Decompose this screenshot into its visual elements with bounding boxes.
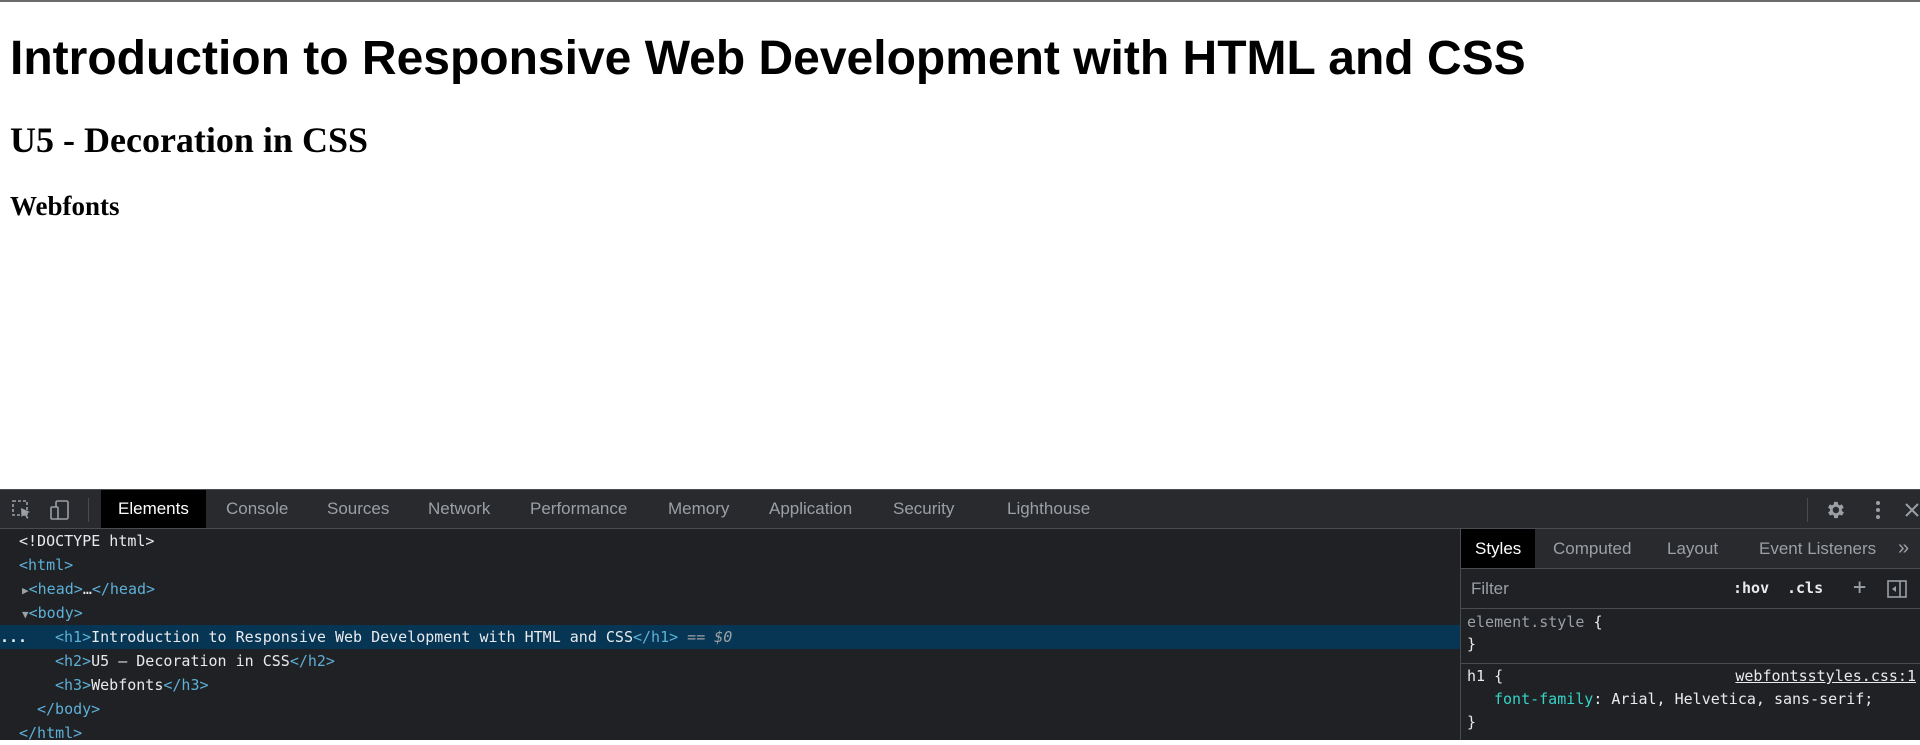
h1-rule-open-brace: {: [1494, 667, 1504, 685]
tab-event-listeners[interactable]: Event Listeners: [1745, 529, 1890, 568]
h1-rule-selector-line[interactable]: h1 {: [1467, 665, 1503, 687]
close-icon[interactable]: [1900, 498, 1920, 522]
h1-style-rule: h1 { webfontsstyles.css:1 font-family: A…: [1461, 665, 1920, 740]
element-style-selector-line[interactable]: element.style {: [1467, 611, 1602, 633]
styles-filter-row: :hov .cls +: [1461, 569, 1920, 609]
toggle-sidebar-icon[interactable]: [1885, 577, 1909, 601]
new-style-rule-icon[interactable]: +: [1853, 575, 1866, 600]
styles-tab-bar: Styles Computed Layout Event Listeners »: [1461, 529, 1920, 569]
head-open-tag: <head>: [28, 580, 83, 598]
tab-elements[interactable]: Elements: [101, 490, 206, 528]
toolbar-divider-right: [1807, 498, 1808, 522]
dom-node-html[interactable]: <html>: [19, 553, 73, 577]
page-heading-h3: Webfonts: [10, 191, 120, 221]
tab-console[interactable]: Console: [209, 490, 305, 528]
tab-performance[interactable]: Performance: [513, 490, 644, 528]
head-ellipsis: …: [82, 580, 92, 598]
h1-node-text: Introduction to Responsive Web Developme…: [91, 628, 633, 646]
more-vertical-icon[interactable]: [1866, 498, 1890, 522]
body-close-tag: </body>: [37, 700, 101, 718]
doctype-text: <!DOCTYPE html>: [19, 532, 155, 550]
rule-separator: [1461, 663, 1920, 664]
page-viewport: Introduction to Responsive Web Developme…: [0, 2, 1920, 489]
element-style-close-line: }: [1467, 633, 1476, 655]
styles-sidebar: Styles Computed Layout Event Listeners »…: [1461, 529, 1920, 740]
dom-node-h2[interactable]: <h2>U5 – Decoration in CSS</h2>: [55, 649, 335, 673]
dom-node-html-close[interactable]: </html>: [19, 721, 82, 745]
dom-tree-panel: <!DOCTYPE html> <html> ▶<head>…</head> ▼…: [0, 529, 1460, 742]
element-style-selector: element.style: [1467, 613, 1585, 631]
tab-memory[interactable]: Memory: [651, 490, 746, 528]
dom-node-h1-selected[interactable]: ... <h1>Introduction to Responsive Web D…: [0, 625, 1460, 649]
devtools-panel: Elements Console Sources Network Perform…: [0, 489, 1920, 742]
tab-computed[interactable]: Computed: [1539, 529, 1645, 568]
expand-arrow-icon[interactable]: ▶: [22, 584, 29, 597]
collapse-arrow-icon[interactable]: ▼: [22, 608, 29, 621]
h3-close-tag: </h3>: [163, 676, 209, 694]
tab-styles[interactable]: Styles: [1461, 529, 1536, 568]
tab-network[interactable]: Network: [411, 490, 507, 528]
tab-sources[interactable]: Sources: [310, 490, 406, 528]
property-name: font-family: [1494, 690, 1594, 708]
dom-node-body-close[interactable]: </body>: [37, 697, 100, 721]
device-toolbar-icon[interactable]: [48, 498, 72, 522]
h1-rule-close-line: }: [1467, 711, 1476, 733]
html-close-tag: </html>: [19, 724, 83, 742]
inspect-element-icon[interactable]: [10, 498, 34, 522]
h2-node-text: U5 – Decoration in CSS: [91, 652, 290, 670]
toolbar-divider: [88, 498, 89, 522]
body-open-tag: <body>: [28, 604, 83, 622]
tab-layout[interactable]: Layout: [1653, 529, 1732, 568]
h1-rule-selector: h1: [1467, 667, 1486, 685]
h1-close-tag: </h1>: [632, 628, 679, 646]
gear-icon[interactable]: [1823, 498, 1847, 522]
class-toggle[interactable]: .cls: [1787, 579, 1823, 597]
font-family-declaration[interactable]: font-family: Arial, Helvetica, sans-seri…: [1494, 688, 1873, 710]
tab-security[interactable]: Security: [876, 490, 971, 528]
source-link-text: webfontsstyles.css:1: [1735, 667, 1916, 685]
selected-node-marker: == $0: [687, 628, 733, 646]
h1-rule-close-brace: }: [1467, 713, 1477, 731]
property-value: Arial, Helvetica, sans-serif;: [1611, 690, 1874, 708]
tabs-overflow-icon[interactable]: »: [1894, 529, 1913, 568]
devtools-toolbar: Elements Console Sources Network Perform…: [0, 489, 1920, 529]
page-heading-h2: U5 - Decoration in CSS: [10, 120, 368, 160]
head-close-tag: </head>: [91, 580, 156, 598]
h3-open-tag: <h3>: [55, 676, 92, 694]
close-brace: }: [1467, 635, 1477, 653]
node-actions-ellipsis[interactable]: ...: [0, 625, 27, 649]
page-heading-h1: Introduction to Responsive Web Developme…: [10, 32, 1526, 85]
dom-node-doctype[interactable]: <!DOCTYPE html>: [19, 529, 154, 553]
dom-node-h3[interactable]: <h3>Webfonts</h3>: [55, 673, 209, 697]
h2-close-tag: </h2>: [289, 652, 335, 670]
styles-filter-input[interactable]: [1465, 575, 1727, 602]
hover-state-toggle[interactable]: :hov: [1733, 579, 1769, 597]
h2-open-tag: <h2>: [55, 652, 92, 670]
h3-node-text: Webfonts: [91, 676, 164, 694]
stylesheet-source-link[interactable]: webfontsstyles.css:1: [1735, 665, 1916, 687]
tab-application[interactable]: Application: [752, 490, 869, 528]
h1-open-tag: <h1>: [55, 628, 92, 646]
element-style-rule: element.style { }: [1461, 611, 1920, 663]
tab-lighthouse[interactable]: Lighthouse: [990, 490, 1107, 528]
dom-node-body[interactable]: ▼<body>: [22, 601, 83, 625]
dom-node-head[interactable]: ▶<head>…</head>: [22, 577, 155, 601]
open-brace: {: [1593, 613, 1603, 631]
html-open-tag: <html>: [19, 556, 74, 574]
